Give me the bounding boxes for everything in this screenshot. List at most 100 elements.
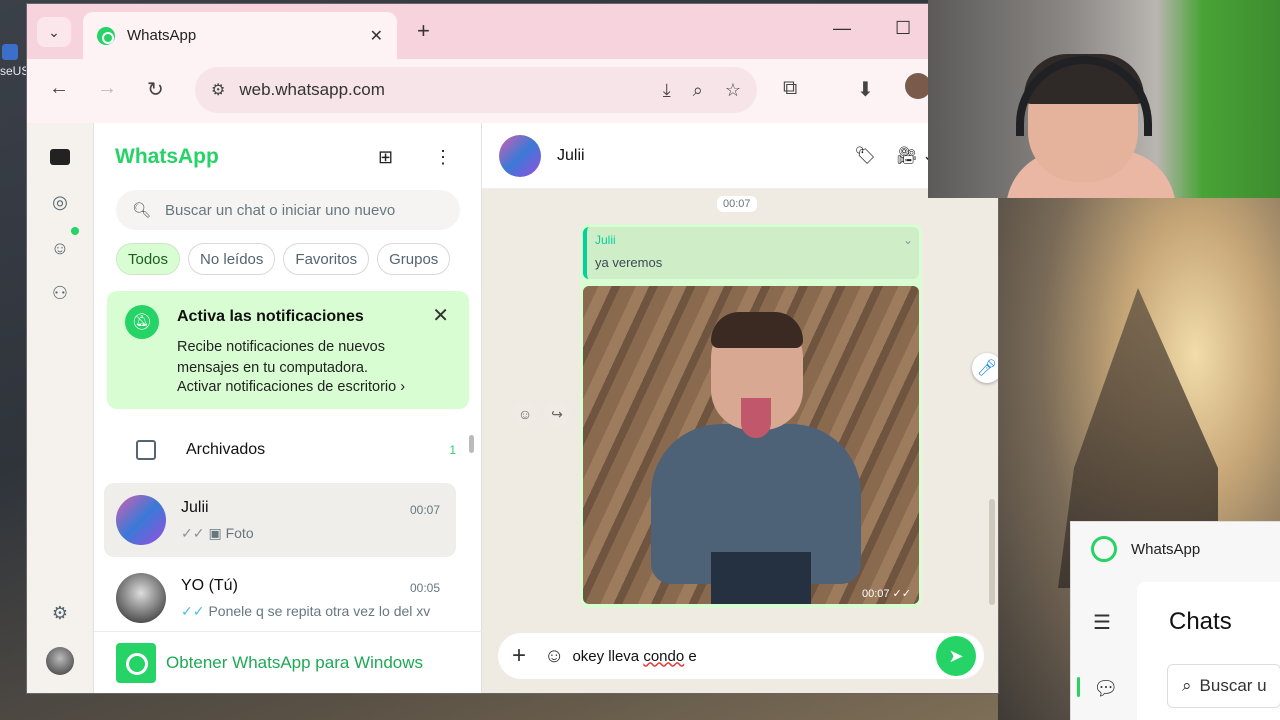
search-icon: 🔍︎ [132,202,152,219]
filter-favoritos[interactable]: Favoritos [283,243,370,275]
app-title: WhatsApp [115,145,219,168]
microphone-icon[interactable]: 🎤︎ [972,353,998,383]
site-info-icon[interactable]: ⚙ [211,80,225,100]
label-icon[interactable]: 🏷︎ [854,146,876,166]
get-windows-app-banner[interactable]: Obtener WhatsApp para Windows [94,631,482,693]
photo-message[interactable]: 00:07 ✓✓ [583,286,919,604]
notification-banner: 🔕︎ Activa las notificaciones ✕ Recibe no… [107,291,469,409]
downloads-icon[interactable]: ⬇ [857,77,874,102]
desktop-search-box[interactable]: ⌕ Buscar u [1167,664,1280,708]
app-icon [2,44,18,60]
archived-count: 1 [449,443,456,457]
new-tab-button[interactable]: + [417,18,430,44]
unread-dot [71,227,79,235]
quoted-text: ya veremos [595,255,663,270]
address-bar[interactable]: ⚙ web.whatsapp.com ⤓ ⌕ ☆ [195,67,757,113]
quoted-message[interactable]: Julii ya veremos ⌄ [583,227,919,279]
whatsapp-web-app: ◎ ☺ ⚇ ⚙ WhatsApp ⊞ ⋮ 🔍︎ Todos No leídos … [27,123,998,693]
install-app-icon[interactable]: ⤓ [663,80,671,101]
notification-body: Recibe notificaciones de nuevos mensajes… [177,339,385,376]
search-box[interactable]: 🔍︎ [116,190,460,230]
photo-icon: ▣ [208,525,226,541]
conversation-scrollbar[interactable] [989,499,995,605]
browser-window: ⌄ WhatsApp ✕ + — ☐ ← → ↻ ⚙ web.whatsapp.… [27,4,998,693]
attach-plus-icon[interactable]: + [512,642,526,670]
emoji-react-icon[interactable]: ☺ [512,401,538,427]
quoted-author: Julii [595,233,616,247]
profile-avatar[interactable] [46,647,74,675]
close-icon[interactable]: ✕ [432,303,449,328]
bell-off-icon: 🔕︎ [125,305,159,339]
send-icon[interactable]: ➤ [936,636,976,676]
filter-no-leidos[interactable]: No leídos [188,243,276,275]
whatsapp-favicon-icon [97,26,115,45]
filter-chips: Todos No leídos Favoritos Grupos [116,243,451,275]
chat-row-julii[interactable]: Julii 00:07 ✓✓ ▣ Foto [104,483,456,557]
avatar [116,495,166,545]
whatsapp-logo-icon [1091,536,1117,562]
channels-icon[interactable]: ☺ [48,236,72,260]
get-app-label: Obtener WhatsApp para Windows [166,652,424,672]
chat-preview: ✓✓ Ponele q se repita otra vez lo del xv [181,603,430,620]
search-input[interactable] [165,201,436,219]
double-check-icon: ✓✓ [181,525,205,541]
desktop-shortcut[interactable]: seUSTiti... [0,44,26,114]
back-icon[interactable]: ← [49,77,69,100]
message-bubble[interactable]: Julii ya veremos ⌄ 00:07 ✓✓ [580,224,922,608]
chat-time: 00:05 [409,581,440,595]
sticker-emoji-icon[interactable]: ☺ [544,645,564,668]
desktop-shortcut-label: seUSTiti... [0,64,26,78]
chevron-down-icon[interactable]: ⌄ [903,233,913,247]
settings-icon[interactable]: ⚙ [48,601,72,625]
conversation-header: Julii 🏷︎ 🎥︎ ⌄ 🔍︎ [482,123,998,189]
archived-row[interactable]: Archivados 1 [94,423,464,477]
maximize-button[interactable]: ☐ [895,18,911,39]
webcam-overlay [928,0,1280,198]
enable-notifications-link[interactable]: Activar notificaciones de escritorio › [177,379,405,395]
zoom-icon[interactable]: ⌕ [693,80,703,101]
chat-time: 00:07 [409,503,440,517]
chat-row-yo[interactable]: YO (Tú) 00:05 ✓✓ Ponele q se repita otra … [104,561,456,635]
status-icon[interactable]: ◎ [48,190,72,214]
communities-icon[interactable]: ⚇ [48,281,72,305]
menu-icon[interactable]: ⋮ [434,147,452,168]
contact-name[interactable]: Julii [557,147,854,165]
double-check-icon: ✓✓ [181,603,205,619]
filter-todos[interactable]: Todos [116,243,181,275]
archived-label: Archivados [186,441,266,458]
extensions-icon[interactable]: ⧉ [783,77,797,100]
chat-preview-text: Ponele q se repita otra vez lo del xv [208,603,431,619]
tab-strip: ⌄ WhatsApp ✕ + — ☐ [27,4,998,59]
reload-icon[interactable]: ↻ [147,77,164,102]
url-text: web.whatsapp.com [239,80,385,99]
desktop-app-header: WhatsApp [1091,536,1200,562]
notification-title: Activa las notificaciones [177,308,364,325]
photo-time: 00:07 ✓✓ [861,588,911,600]
avatar [116,573,166,623]
chats-heading: Chats [1169,608,1232,635]
minimize-button[interactable]: — [833,18,851,39]
chats-icon[interactable] [48,145,72,169]
desktop-app-title: WhatsApp [1131,540,1201,558]
forward-icon[interactable]: ↪ [544,401,570,427]
close-tab-icon[interactable]: ✕ [370,26,383,46]
active-indicator [1077,677,1080,697]
message-composer: + ☺ okey lleva condo e ➤ [498,633,984,679]
chat-name: Julii [181,499,209,516]
message-input[interactable]: okey lleva condo e [572,648,936,665]
new-chat-icon[interactable]: ⊞ [378,147,393,168]
tab-title: WhatsApp [127,27,197,44]
filter-grupos[interactable]: Grupos [377,243,451,275]
conversation-panel: Julii 🏷︎ 🎥︎ ⌄ 🔍︎ 00:07 Julii ya veremos … [482,123,998,693]
bookmark-star-icon[interactable]: ☆ [725,80,741,101]
tab-whatsapp[interactable]: WhatsApp ✕ [83,12,397,59]
tab-search-button[interactable]: ⌄ [37,17,71,47]
chat-bubble-icon[interactable]: 💬︎ [1093,676,1118,701]
archive-icon [136,440,156,460]
contact-avatar[interactable] [499,134,541,177]
whatsapp-desktop-window: WhatsApp ☰ Chats 💬︎ ⌕ Buscar u [1070,521,1280,720]
chat-preview: ✓✓ ▣ Foto [181,525,254,542]
forward-icon[interactable]: → [97,77,117,100]
hamburger-menu-icon[interactable]: ☰ [1093,610,1111,635]
chat-list-panel: WhatsApp ⊞ ⋮ 🔍︎ Todos No leídos Favorito… [94,123,482,693]
